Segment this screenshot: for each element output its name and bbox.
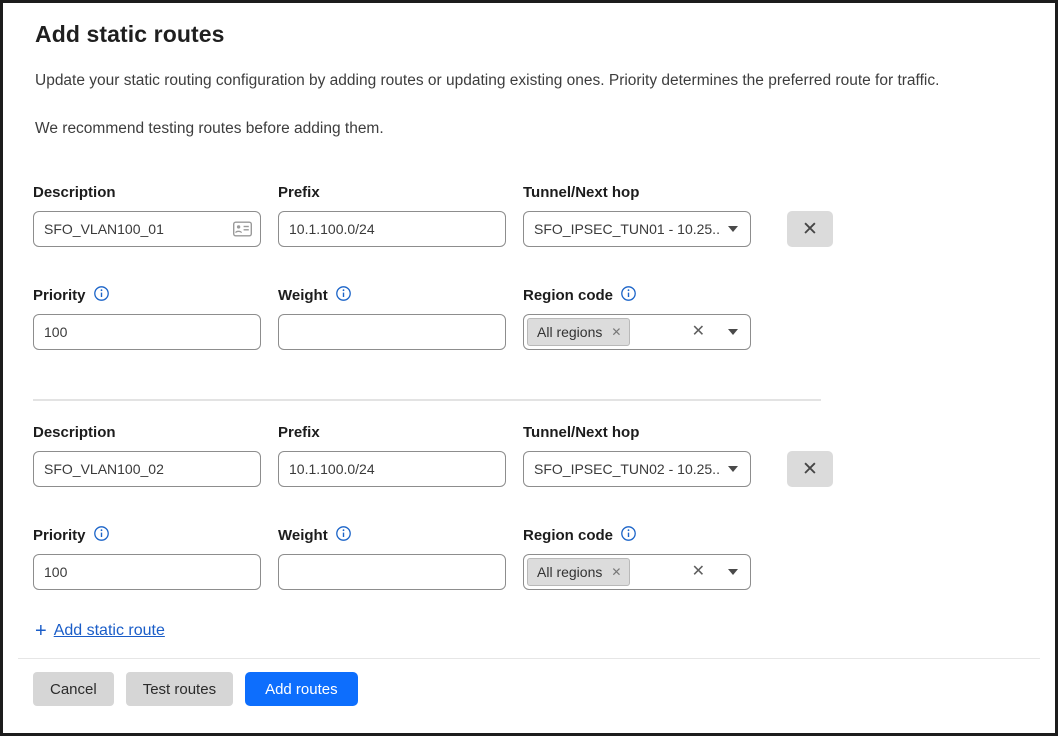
info-icon[interactable]: [94, 286, 109, 305]
info-icon[interactable]: [94, 526, 109, 545]
chevron-down-icon: [728, 329, 738, 335]
test-routes-button[interactable]: Test routes: [126, 672, 233, 706]
info-icon[interactable]: [621, 286, 636, 305]
remove-route-button[interactable]: ✕: [787, 211, 833, 247]
add-static-routes-dialog: { "dialog": { "title": "Add static route…: [0, 0, 1058, 736]
route-block-1: Description Prefix: [33, 182, 1025, 350]
chevron-down-icon: [728, 226, 738, 232]
info-icon[interactable]: [621, 526, 636, 545]
route-2-description-field: Description: [33, 422, 261, 487]
priority-input[interactable]: [33, 554, 261, 590]
weight-input[interactable]: [278, 554, 506, 590]
add-routes-button[interactable]: Add routes: [245, 672, 358, 706]
description-text-2: We recommend testing routes before addin…: [35, 120, 1025, 138]
route-1-tunnel-field: Tunnel/Next hop SFO_IPSEC_TUN01 - 10.25.…: [523, 182, 751, 247]
prefix-input[interactable]: [278, 211, 506, 247]
region-chip-label: All regions: [537, 564, 602, 580]
route-2-row-2: Priority Weight: [33, 525, 1025, 590]
weight-label: Weight: [278, 285, 506, 305]
chip-remove-icon[interactable]: ✕: [611, 566, 621, 578]
tunnel-select[interactable]: SFO_IPSEC_TUN01 - 10.25...: [523, 211, 751, 247]
weight-label: Weight: [278, 525, 506, 545]
route-2-weight-field: Weight: [278, 525, 506, 590]
close-icon: ✕: [802, 218, 818, 241]
chip-remove-icon[interactable]: ✕: [611, 326, 621, 338]
dialog-content: Add static routes Update your static rou…: [3, 3, 1055, 641]
priority-label: Priority: [33, 525, 261, 545]
prefix-label: Prefix: [278, 422, 506, 442]
description-label: Description: [33, 182, 261, 202]
priority-input[interactable]: [33, 314, 261, 350]
route-1-description-field: Description: [33, 182, 261, 247]
description-text-1: Update your static routing configuration…: [35, 72, 1025, 90]
cancel-button[interactable]: Cancel: [33, 672, 114, 706]
clear-selection-icon[interactable]: ✕: [692, 324, 705, 340]
region-chip: All regions ✕: [527, 318, 630, 346]
route-2-row-1: Description Prefix Tunnel/Next hop SFO_I…: [33, 422, 1025, 487]
route-1-row-1: Description Prefix: [33, 182, 1025, 247]
route-1-priority-field: Priority: [33, 285, 261, 350]
prefix-input[interactable]: [278, 451, 506, 487]
chevron-down-icon: [728, 569, 738, 575]
route-2-tunnel-field: Tunnel/Next hop SFO_IPSEC_TUN02 - 10.25.…: [523, 422, 751, 487]
prefix-label: Prefix: [278, 182, 506, 202]
info-icon[interactable]: [336, 286, 351, 305]
add-static-route-link[interactable]: Add static route: [54, 622, 165, 640]
tunnel-selected-value: SFO_IPSEC_TUN02 - 10.25...: [534, 461, 720, 477]
region-chip-label: All regions: [537, 324, 602, 340]
region-code-label: Region code: [523, 525, 751, 545]
plus-icon: +: [35, 621, 47, 641]
region-code-label: Region code: [523, 285, 751, 305]
tunnel-label: Tunnel/Next hop: [523, 182, 751, 202]
route-1-region-field: Region code All regions ✕: [523, 285, 751, 350]
route-1-row-2: Priority Weight: [33, 285, 1025, 350]
description-input[interactable]: [33, 451, 261, 487]
route-1-weight-field: Weight: [278, 285, 506, 350]
tunnel-label: Tunnel/Next hop: [523, 422, 751, 442]
priority-label: Priority: [33, 285, 261, 305]
tunnel-select[interactable]: SFO_IPSEC_TUN02 - 10.25...: [523, 451, 751, 487]
route-2-priority-field: Priority: [33, 525, 261, 590]
info-icon[interactable]: [336, 526, 351, 545]
route-2-prefix-field: Prefix: [278, 422, 506, 487]
close-icon: ✕: [802, 458, 818, 481]
region-code-select[interactable]: All regions ✕ ✕: [523, 314, 751, 350]
description-input[interactable]: [33, 211, 261, 247]
region-chip: All regions ✕: [527, 558, 630, 586]
region-code-select[interactable]: All regions ✕ ✕: [523, 554, 751, 590]
route-block-2: Description Prefix Tunnel/Next hop SFO_I…: [33, 422, 1025, 590]
description-label: Description: [33, 422, 261, 442]
add-static-route-row: + Add static route: [35, 621, 1025, 641]
remove-route-button[interactable]: ✕: [787, 451, 833, 487]
page-title: Add static routes: [35, 21, 1025, 48]
footer-buttons: Cancel Test routes Add routes: [3, 659, 1055, 706]
clear-selection-icon[interactable]: ✕: [692, 564, 705, 580]
route-2-region-field: Region code All regions ✕: [523, 525, 751, 590]
weight-input[interactable]: [278, 314, 506, 350]
route-1-prefix-field: Prefix: [278, 182, 506, 247]
tunnel-selected-value: SFO_IPSEC_TUN01 - 10.25...: [534, 221, 720, 237]
route-divider: [33, 399, 821, 401]
chevron-down-icon: [728, 466, 738, 472]
dialog-footer: Cancel Test routes Add routes: [3, 658, 1055, 733]
